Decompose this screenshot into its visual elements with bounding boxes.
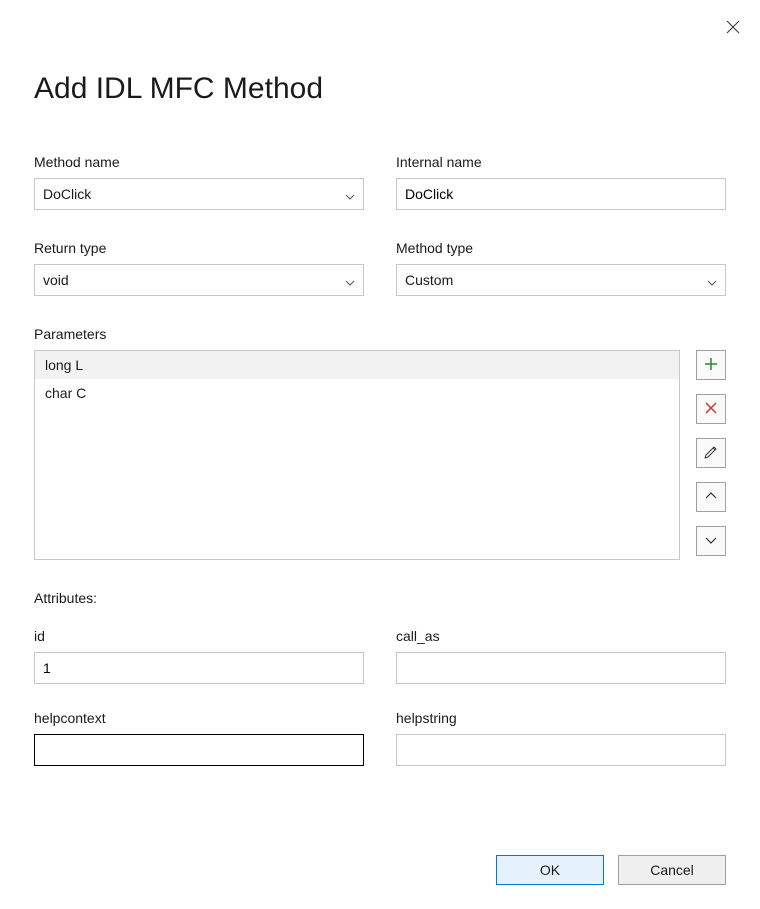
plus-icon xyxy=(703,356,719,375)
call-as-input[interactable] xyxy=(396,652,726,684)
parameters-listbox[interactable]: long Lchar C xyxy=(34,350,680,560)
return-type-combo[interactable]: void xyxy=(34,264,364,296)
method-name-label: Method name xyxy=(34,154,364,170)
chevron-down-icon xyxy=(703,532,719,551)
remove-parameter-button[interactable] xyxy=(696,394,726,424)
method-type-label: Method type xyxy=(396,240,726,256)
move-down-button[interactable] xyxy=(696,526,726,556)
chevron-down-icon xyxy=(345,189,355,199)
chevron-up-icon xyxy=(703,488,719,507)
close-icon[interactable] xyxy=(724,18,742,36)
helpcontext-input[interactable] xyxy=(34,734,364,766)
ok-button[interactable]: OK xyxy=(496,855,604,885)
edit-parameter-button[interactable] xyxy=(696,438,726,468)
id-label: id xyxy=(34,628,364,644)
call-as-label: call_as xyxy=(396,628,726,644)
parameter-item[interactable]: char C xyxy=(35,379,679,407)
method-name-combo[interactable]: DoClick xyxy=(34,178,364,210)
id-input[interactable] xyxy=(34,652,364,684)
add-parameter-button[interactable] xyxy=(696,350,726,380)
parameter-item[interactable]: long L xyxy=(35,351,679,379)
helpcontext-label: helpcontext xyxy=(34,710,364,726)
move-up-button[interactable] xyxy=(696,482,726,512)
return-type-value: void xyxy=(43,272,69,288)
cancel-button[interactable]: Cancel xyxy=(618,855,726,885)
attributes-label: Attributes: xyxy=(34,590,726,606)
internal-name-label: Internal name xyxy=(396,154,726,170)
method-type-combo[interactable]: Custom xyxy=(396,264,726,296)
method-type-value: Custom xyxy=(405,272,453,288)
internal-name-input[interactable] xyxy=(396,178,726,210)
helpstring-input[interactable] xyxy=(396,734,726,766)
dialog-title: Add IDL MFC Method xyxy=(34,72,726,106)
return-type-label: Return type xyxy=(34,240,364,256)
chevron-down-icon xyxy=(345,275,355,285)
method-name-value: DoClick xyxy=(43,186,91,202)
x-icon xyxy=(703,400,719,419)
helpstring-label: helpstring xyxy=(396,710,726,726)
chevron-down-icon xyxy=(707,275,717,285)
pencil-icon xyxy=(703,444,719,463)
parameters-label: Parameters xyxy=(34,326,726,342)
